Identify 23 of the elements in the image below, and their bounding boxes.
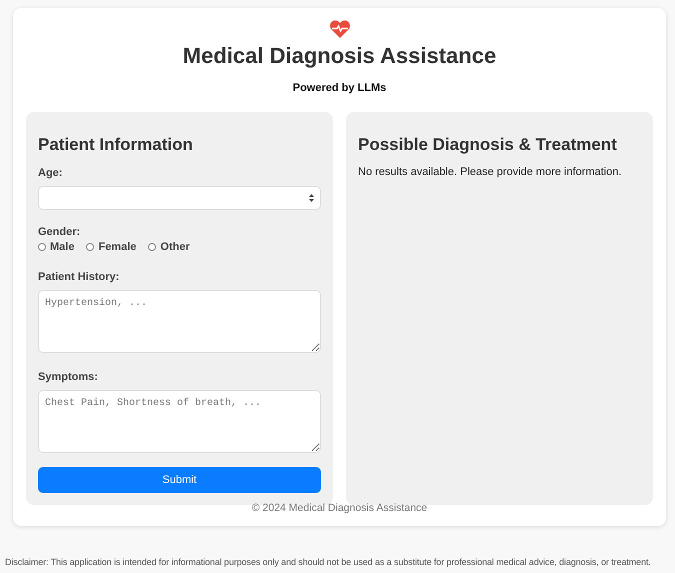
radio-button[interactable]: [148, 243, 156, 251]
age-input-field[interactable]: [38, 186, 321, 210]
section-heading: Patient Information: [38, 135, 194, 155]
disclaimer-text: Disclaimer: This application is intended for informational purposes only and should not be used as a substitute for professional medical advice, diagnosis, or treatment.: [5, 556, 651, 569]
symptoms-text-area[interactable]: Chest Pain, Shortness of breath, ...: [38, 390, 321, 453]
radio-label: Female: [98, 241, 136, 253]
radio-button[interactable]: [86, 243, 94, 251]
footer-text: © 2024 Medical Diagnosis Assistance: [252, 502, 428, 514]
history-text-area[interactable]: Hypertension, ...: [38, 290, 321, 353]
radio-label: Male: [50, 241, 74, 253]
field-label: Age:: [38, 167, 64, 179]
field-label: Patient History:: [38, 271, 120, 283]
field-label: Symptoms:: [38, 371, 99, 383]
field-label: Gender:: [38, 226, 82, 238]
heart-pulse-icon: [330, 20, 350, 38]
section-heading: Possible Diagnosis & Treatment: [358, 135, 618, 155]
submit-button[interactable]: Submit: [38, 467, 321, 493]
results-message: No results available. Please provide more information.: [358, 166, 623, 178]
app-subtitle: Powered by LLMs: [292, 82, 386, 94]
radio-button[interactable]: [38, 243, 46, 251]
app-title: Medical Diagnosis Assistance: [182, 43, 496, 69]
radio-label: Other: [160, 241, 190, 253]
spinner-icon[interactable]: [309, 194, 314, 202]
